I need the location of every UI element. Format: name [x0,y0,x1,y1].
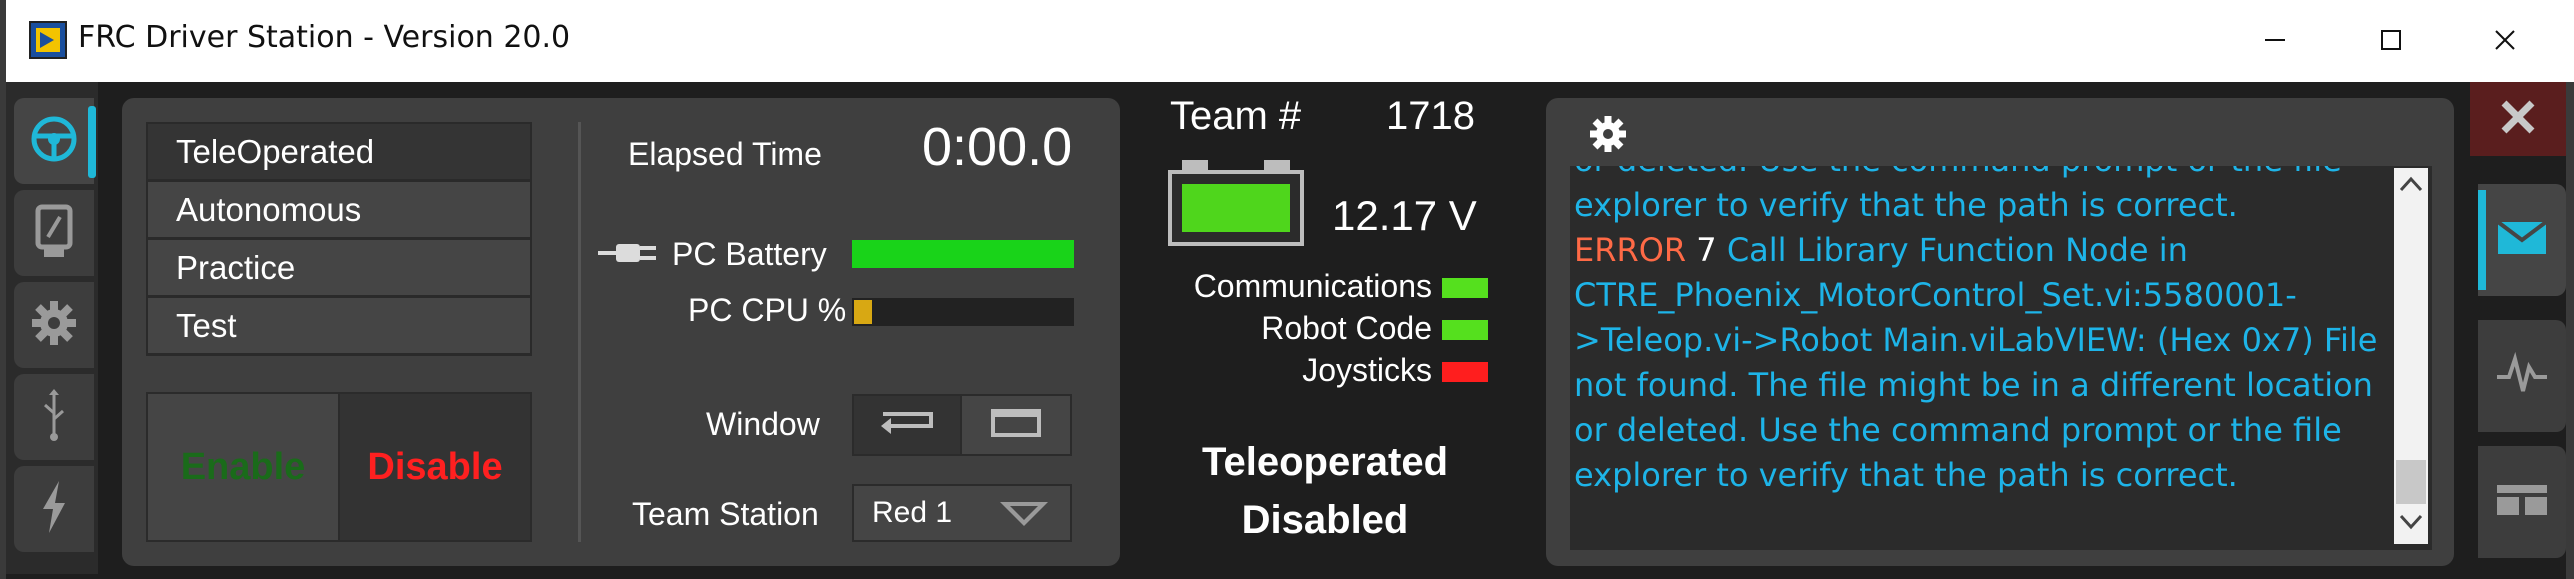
message-text: or deleted. Use the command prompt or th… [1574,166,2384,498]
diagnostics-icon [34,203,74,264]
robot-voltage: 12.17 V [1332,192,1477,239]
pc-battery-fill [852,240,1074,268]
waveform-icon [2495,351,2549,402]
communications-indicator [1442,278,1488,298]
mode-autonomous[interactable]: Autonomous [148,182,530,237]
gear-icon[interactable] [1584,110,1632,163]
tab-usb-devices[interactable] [14,374,94,460]
window-rect-icon [990,408,1042,443]
swap-arrows-icon [877,406,937,445]
window-title: FRC Driver Station - Version 20.0 [78,20,571,55]
pc-cpu-bar [852,298,1074,326]
team-number-value: 1718 [1386,94,1475,138]
robot-enable-status: Disabled [1241,498,1409,542]
tab-power[interactable] [14,466,94,552]
maximize-button[interactable] [2336,10,2446,70]
divider [578,122,581,542]
tab-charts[interactable] [2478,320,2566,432]
message-line: not found. The file might be in a differ… [1574,366,2373,404]
active-tab-indicator [88,106,96,178]
error-tag: ERROR [1574,231,1687,269]
message-line: CTRE_Phoenix_MotorControl_Set.vi:5580001… [1574,276,2297,314]
tab-operation[interactable] [14,98,94,184]
robot-code-indicator [1442,320,1488,340]
power-icon [39,479,69,540]
disable-button[interactable]: Disable [340,394,530,540]
message-log[interactable]: or deleted. Use the command prompt or th… [1570,166,2432,550]
message-line: explorer to verify that the path is corr… [1574,186,2238,224]
scroll-up-icon[interactable] [2398,174,2424,200]
window-normal-button[interactable] [962,396,1070,454]
window-docked-button[interactable] [854,396,960,454]
team-station-label: Team Station [632,496,819,532]
pc-cpu-fill [852,298,875,326]
scrollbar-thumb[interactable] [2396,460,2426,504]
steering-wheel-icon [29,114,79,169]
team-number-label: Team # [1170,94,1302,138]
robot-mode-status: Teleoperated [1202,440,1448,484]
error-code: 7 [1696,231,1717,269]
close-icon [2498,97,2538,142]
tab-both[interactable] [2478,446,2566,558]
message-line: explorer to verify that the path is corr… [1574,456,2238,494]
message-line: >Teleop.vi->Robot Main.viLabVIEW: (Hex 0… [1574,321,2378,359]
robot-battery-icon [1168,160,1304,251]
scroll-down-icon[interactable] [2398,512,2424,538]
robot-code-label: Robot Code [1261,310,1432,346]
mode-test[interactable]: Test [148,298,530,353]
usb-icon [39,387,69,448]
message-line: ERROR 7 Call Library Function Node in [1574,228,2384,273]
close-panel-button[interactable] [2470,82,2566,156]
message-line: or deleted. Use the command prompt or th… [1574,166,2384,183]
error-text: Call Library Function Node in [1726,231,2188,269]
elapsed-time-value: 0:00.0 [922,117,1073,177]
close-window-button[interactable] [2450,10,2560,70]
tab-messages[interactable] [2478,184,2566,296]
mode-practice[interactable]: Practice [148,240,530,295]
mode-teleoperated[interactable]: TeleOperated [148,124,530,179]
mode-list: TeleOperated Autonomous Practice Test [146,122,532,356]
split-panel-icon [2495,483,2549,522]
pc-battery-bar [852,240,1074,268]
joysticks-indicator [1442,362,1488,382]
pc-battery-label: PC Battery [672,236,827,272]
tab-setup[interactable] [14,282,94,368]
plug-icon [598,240,660,271]
window-label: Window [706,406,820,442]
pc-cpu-label: PC CPU % [688,292,847,328]
message-line: or deleted. Use the command prompt or th… [1574,411,2342,449]
enable-button[interactable]: Enable [148,394,338,540]
chevron-down-icon[interactable] [996,498,1052,533]
communications-label: Communications [1193,268,1432,304]
joysticks-label: Joysticks [1302,352,1432,388]
minimize-button[interactable] [2220,10,2330,70]
envelope-icon [2496,219,2548,261]
elapsed-time-label: Elapsed Time [628,136,822,172]
gear-icon [28,297,80,354]
tab-diagnostics[interactable] [14,190,94,276]
active-tab-indicator [2478,190,2486,290]
app-icon [28,20,68,60]
